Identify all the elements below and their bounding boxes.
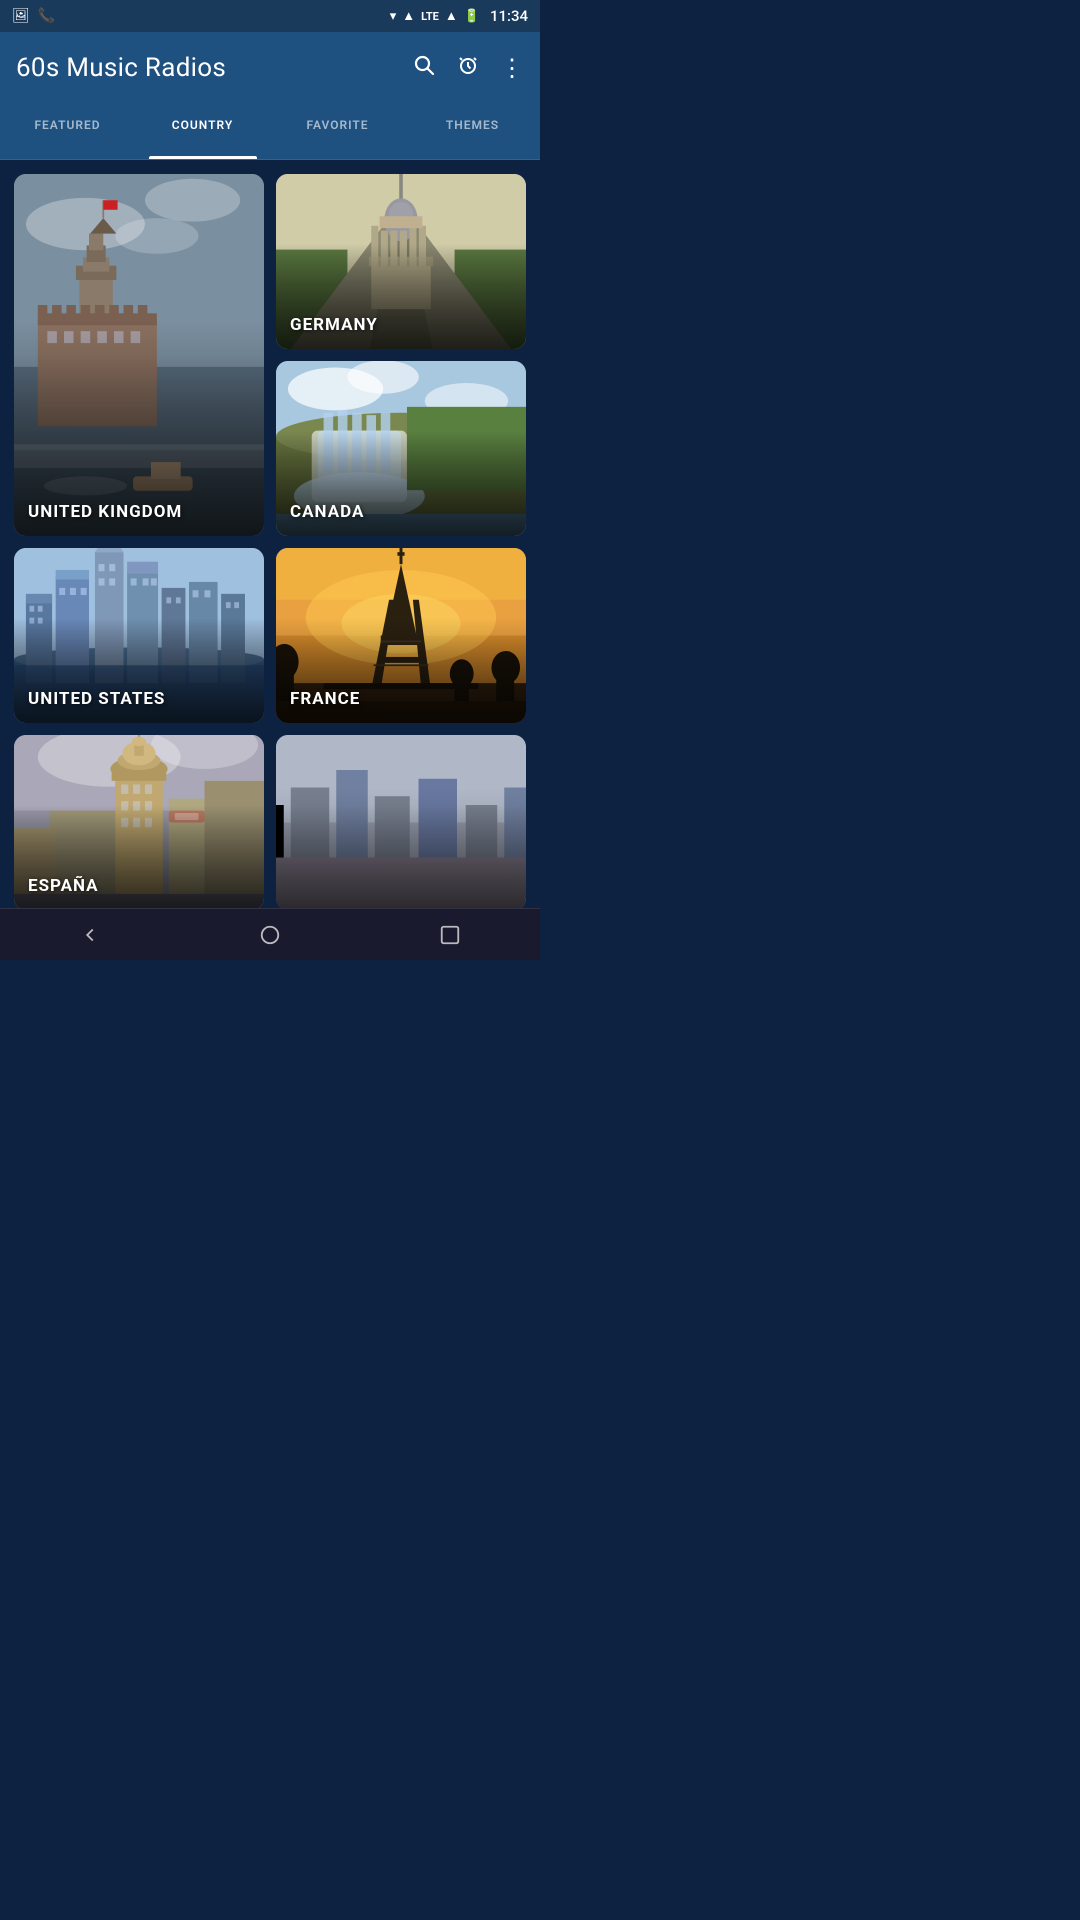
lte-label: LTE bbox=[421, 10, 439, 23]
card-partial[interactable] bbox=[276, 735, 526, 908]
espana-label: ESPAÑA bbox=[28, 876, 99, 896]
card-germany[interactable]: GERMANY bbox=[276, 174, 526, 349]
photo-icon: 🖼 bbox=[12, 8, 30, 24]
tabs-bar: FEATURED COUNTRY FAVORITE THEMES bbox=[0, 104, 540, 160]
card-canada[interactable]: CANADA bbox=[276, 361, 526, 536]
header-actions: ⋮ bbox=[412, 53, 524, 83]
status-right-icons: ▾ ▲ LTE ▲ 🔋 11:34 bbox=[390, 7, 528, 25]
card-espana[interactable]: ESPAÑA bbox=[14, 735, 264, 908]
signal2-icon: ▲ bbox=[445, 8, 458, 24]
uk-label: UNITED KINGDOM bbox=[28, 502, 182, 522]
alarm-button[interactable] bbox=[456, 53, 480, 83]
status-bar: 🖼 📞 ▾ ▲ LTE ▲ 🔋 11:34 bbox=[0, 0, 540, 32]
wifi-icon: ▾ bbox=[390, 9, 397, 24]
battery-icon: 🔋 bbox=[464, 9, 480, 24]
tab-themes[interactable]: THEMES bbox=[405, 104, 540, 159]
card-usa[interactable]: UNITED STATES bbox=[14, 548, 264, 723]
france-label: FRANCE bbox=[290, 689, 360, 709]
tab-favorite[interactable]: FAVORITE bbox=[270, 104, 405, 159]
signal-icon: ▲ bbox=[402, 8, 415, 24]
status-left-icons: 🖼 📞 bbox=[12, 8, 55, 24]
app-header: 60s Music Radios ⋮ bbox=[0, 32, 540, 104]
home-button[interactable] bbox=[250, 915, 290, 955]
bottom-nav bbox=[0, 908, 540, 960]
app-title: 60s Music Radios bbox=[16, 53, 226, 83]
back-button[interactable] bbox=[70, 915, 110, 955]
search-button[interactable] bbox=[412, 53, 436, 83]
time-display: 11:34 bbox=[490, 7, 528, 25]
tab-country[interactable]: COUNTRY bbox=[135, 104, 270, 159]
tab-featured[interactable]: FEATURED bbox=[0, 104, 135, 159]
card-france[interactable]: FRANCE bbox=[276, 548, 526, 723]
more-button[interactable]: ⋮ bbox=[500, 54, 524, 82]
canada-label: CANADA bbox=[290, 502, 364, 522]
germany-label: GERMANY bbox=[290, 315, 378, 335]
country-grid: UNITED KINGDOM bbox=[0, 160, 540, 908]
usa-label: UNITED STATES bbox=[28, 689, 165, 709]
recents-button[interactable] bbox=[430, 915, 470, 955]
card-uk[interactable]: UNITED KINGDOM bbox=[14, 174, 264, 536]
phone-icon: 📞 bbox=[38, 8, 55, 24]
